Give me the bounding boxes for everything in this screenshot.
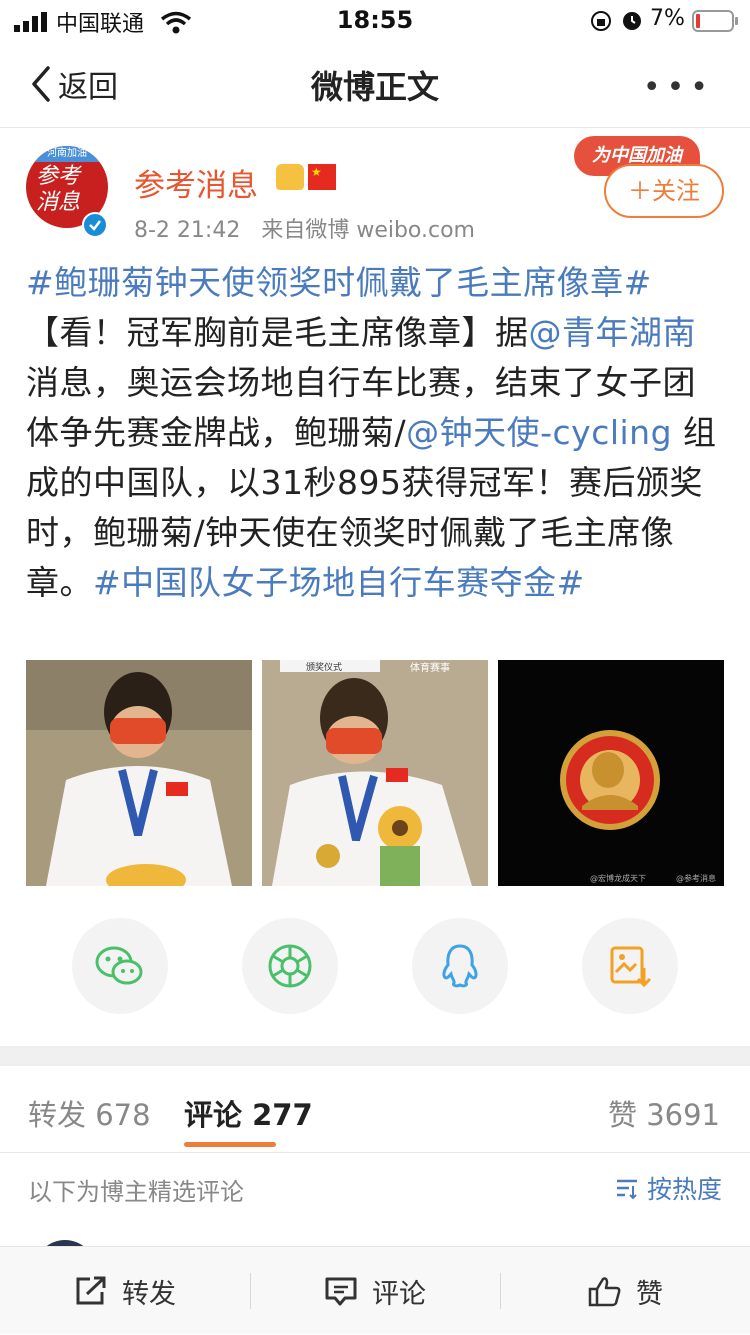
follow-button[interactable]: ＋关注 — [604, 164, 724, 218]
tab-comment[interactable]: 评论 277 — [184, 1092, 313, 1134]
battery-percent: 7% — [650, 6, 685, 31]
bottom-action-bar: 转发 评论 赞 — [0, 1246, 750, 1334]
more-options-icon[interactable]: ••• — [643, 70, 714, 105]
author-name[interactable]: 参考消息 — [134, 160, 258, 205]
post-source: 来自微博 weibo.com — [261, 218, 475, 243]
mention-link-2[interactable]: @钟天使-cycling — [406, 413, 672, 452]
tab-repost-label: 转发 — [28, 1098, 87, 1132]
post-text-1: 据 — [495, 313, 529, 352]
active-tab-indicator — [184, 1142, 276, 1147]
sort-icon — [616, 1179, 637, 1200]
china-flag-icon — [308, 164, 336, 190]
sort-by-hot-button[interactable]: 按热度 — [615, 1170, 722, 1206]
hashtag-title[interactable]: #鲍珊菊钟天使领奖时佩戴了毛主席像章# — [26, 263, 652, 302]
repost-button[interactable]: 转发 — [74, 1247, 176, 1335]
thumbs-up-icon — [588, 1277, 621, 1307]
post-body: #鲍珊菊钟天使领奖时佩戴了毛主席像章#【看！冠军胸前是毛主席像章】据@青年湖南 … — [26, 258, 726, 608]
page-title: 微博正文 — [310, 68, 439, 106]
save-image-button[interactable] — [582, 918, 678, 1014]
like-button[interactable]: 赞 — [588, 1247, 663, 1335]
tab-like-label: 赞 — [607, 1098, 637, 1132]
status-bar: 中国联通 18:55 7% — [0, 0, 750, 40]
sort-label: 按热度 — [646, 1175, 722, 1204]
mention-link-1[interactable]: @青年湖南 — [529, 313, 697, 352]
orientation-lock-icon — [591, 11, 611, 31]
hashtag-end[interactable]: #中国队女子场地自行车赛夺金# — [93, 563, 585, 602]
tab-comment-count: 277 — [252, 1098, 313, 1132]
tab-like-count: 3691 — [646, 1098, 720, 1132]
tab-comment-label: 评论 — [184, 1098, 243, 1132]
image-caption: 颁奖仪式 — [306, 661, 342, 673]
section-divider — [0, 1046, 750, 1066]
author-badges — [276, 164, 336, 190]
repost-label: 转发 — [122, 1278, 176, 1310]
comment-label: 评论 — [372, 1278, 426, 1310]
mao-badge-photo: @宏博龙成天下 @参考消息 — [498, 660, 724, 886]
avatar-logo-text: 参考消息 — [36, 164, 81, 215]
share-qq-button[interactable] — [412, 918, 508, 1014]
comment-icon — [325, 1277, 357, 1306]
alarm-icon — [623, 12, 641, 30]
tab-repost-count: 678 — [95, 1098, 151, 1132]
tab-repost[interactable]: 转发 678 — [28, 1092, 151, 1134]
watermark-right: @参考消息 — [676, 873, 716, 883]
qq-icon — [442, 944, 478, 988]
post-timestamp: 8-2 21:42 — [134, 218, 241, 243]
crown-badge-icon — [276, 164, 304, 190]
wechat-icon — [95, 946, 143, 985]
watermark-left: @宏博龙成天下 — [590, 873, 646, 883]
comment-button[interactable]: 评论 — [324, 1247, 426, 1335]
post-meta: 8-2 21:42 来自微博 weibo.com — [134, 212, 475, 244]
like-label: 赞 — [636, 1278, 663, 1310]
athlete-photo-1 — [26, 660, 252, 886]
post-image-3[interactable]: @宏博龙成天下 @参考消息 — [498, 660, 724, 886]
share-wechat-button[interactable] — [72, 918, 168, 1014]
verified-badge-icon — [82, 212, 108, 238]
repost-icon — [76, 1276, 106, 1305]
featured-comments-note: 以下为博主精选评论 — [28, 1178, 244, 1206]
post-image-2[interactable]: 颁奖仪式 体育赛事 — [262, 660, 488, 886]
tabs-divider — [0, 1152, 750, 1153]
save-image-icon — [610, 946, 652, 988]
bottom-separator — [500, 1273, 501, 1309]
image-overlay: 体育赛事 — [410, 661, 450, 674]
moments-icon — [268, 944, 312, 988]
nav-bar: 返回 微博正文 ••• — [0, 40, 750, 128]
tab-like[interactable]: 赞 3691 — [608, 1092, 720, 1134]
avatar-banner: 河南加油 — [26, 146, 108, 162]
post-image-1[interactable] — [26, 660, 252, 886]
athlete-photo-2: 颁奖仪式 体育赛事 — [262, 660, 488, 886]
post-headline: 【看！冠军胸前是毛主席像章】 — [26, 313, 495, 352]
share-moments-button[interactable] — [242, 918, 338, 1014]
battery-icon — [692, 10, 738, 32]
bottom-separator — [250, 1273, 251, 1309]
